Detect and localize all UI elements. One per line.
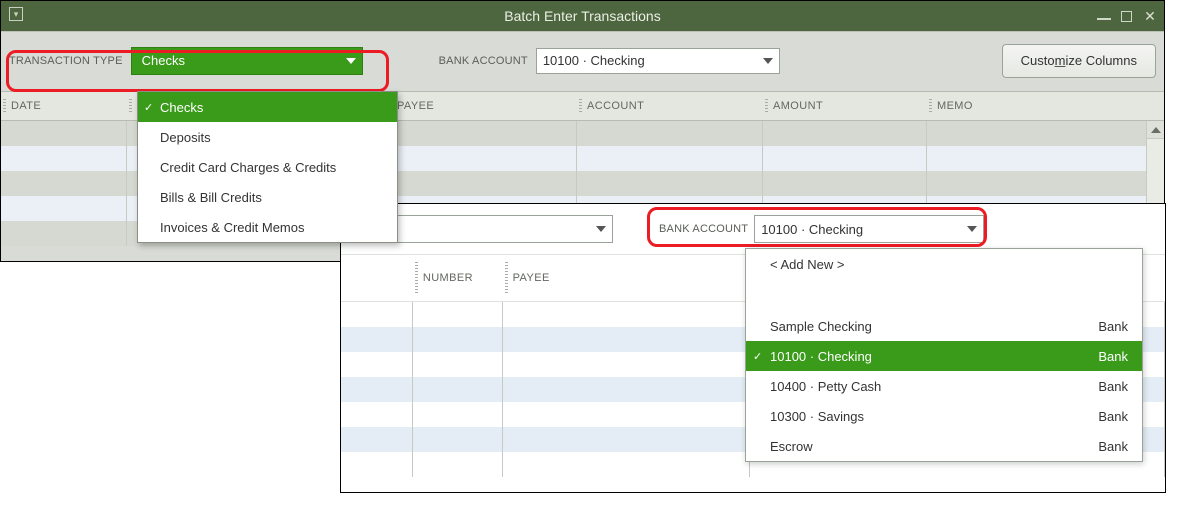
col-account[interactable]: ACCOUNT [577,92,763,120]
tx-type-option-deposits[interactable]: Deposits [138,122,397,152]
bank-account-value-2: 10100 · Checking [761,222,863,237]
acct-option-savings[interactable]: 10300 · SavingsBank [746,401,1142,431]
bank-account-label: BANK ACCOUNT [439,55,528,67]
tx-type-dropdown-list[interactable]: ✓Checks Deposits Credit Card Charges & C… [137,91,398,243]
scroll-up-button[interactable] [1147,121,1164,139]
window-controls: ✕ [1097,1,1158,31]
title-bar: ▾ Batch Enter Transactions ✕ [1,1,1164,31]
bank-account-dropdown-2[interactable]: 10100 · Checking [754,215,984,243]
chevron-down-icon [346,58,356,64]
tx-type-option-checks[interactable]: ✓Checks [138,92,397,122]
maximize-button[interactable] [1121,11,1132,22]
window2-toolbar: Checks BANK ACCOUNT 10100 · Checking [341,204,1165,254]
bank-account-dropdown[interactable]: 10100 · Checking [536,48,780,74]
dropdown-spacer [746,279,1142,311]
customize-columns-button[interactable]: Customize Columns [1002,44,1156,78]
bank-account-dropdown-list[interactable]: < Add New > Sample CheckingBank ✓10100 ·… [745,248,1143,462]
col2-payee[interactable]: PAYEE [503,255,750,301]
chevron-down-icon [763,58,773,64]
acct-option-escrow[interactable]: EscrowBank [746,431,1142,461]
col-payee[interactable]: PAYEE [387,92,577,120]
tx-type-label: TRANSACTION TYPE [9,55,123,67]
chevron-down-icon [967,226,977,232]
window-toolbar: TRANSACTION TYPE Checks BANK ACCOUNT 101… [1,31,1164,91]
col-memo[interactable]: MEMO [927,92,1147,120]
acct-option-checking[interactable]: ✓10100 · CheckingBank [746,341,1142,371]
col-date[interactable]: DATE [1,92,127,120]
acct-option-sample[interactable]: Sample CheckingBank [746,311,1142,341]
tx-type-option-invoices[interactable]: Invoices & Credit Memos [138,212,397,242]
col-amount[interactable]: AMOUNT [763,92,927,120]
window-menu-icon[interactable]: ▾ [9,7,23,21]
tx-type-option-bills[interactable]: Bills & Bill Credits [138,182,397,212]
tx-type-option-cc[interactable]: Credit Card Charges & Credits [138,152,397,182]
window-title: Batch Enter Transactions [1,8,1164,24]
bank-account-value: 10100 · Checking [543,53,645,68]
minimize-button[interactable] [1097,18,1111,20]
acct-option-petty[interactable]: 10400 · Petty CashBank [746,371,1142,401]
col2-number[interactable]: NUMBER [413,255,503,301]
bank-account-label-2: BANK ACCOUNT [659,223,748,235]
col2-blank[interactable] [341,255,413,301]
close-button[interactable]: ✕ [1142,8,1158,24]
chevron-down-icon [596,226,606,232]
tx-type-value: Checks [142,53,185,68]
acct-option-add-new[interactable]: < Add New > [746,249,1142,279]
tx-type-dropdown[interactable]: Checks [131,47,363,75]
